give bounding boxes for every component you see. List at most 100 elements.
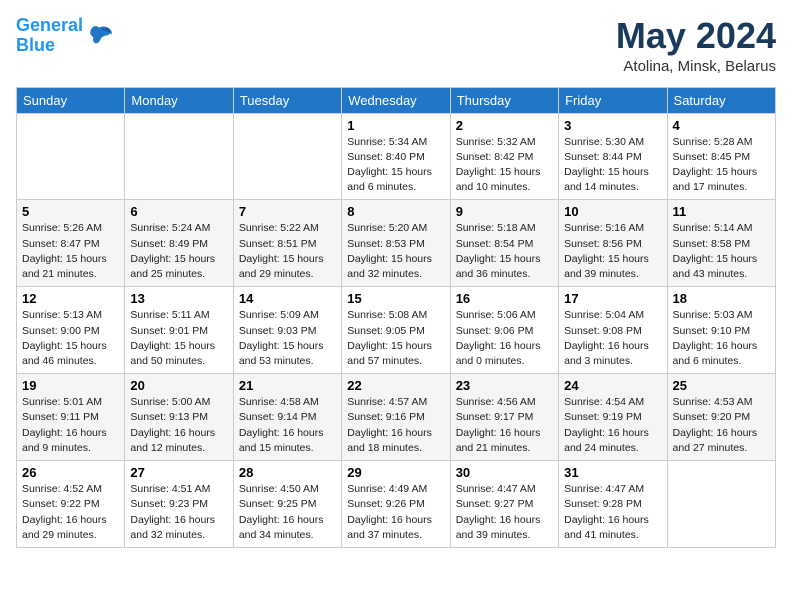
weekday-header-monday: Monday xyxy=(125,87,233,113)
day-number: 1 xyxy=(347,118,444,133)
calendar-cell: 2 Sunrise: 5:32 AMSunset: 8:42 PMDaylight… xyxy=(450,113,558,200)
day-info: Sunrise: 4:56 AMSunset: 9:17 PMDaylight:… xyxy=(456,395,553,456)
calendar-cell: 12Sunrise: 5:13 AMSunset: 9:00 PMDayligh… xyxy=(17,287,125,374)
day-info: Sunrise: 5:09 AMSunset: 9:03 PMDaylight:… xyxy=(239,308,336,369)
weekday-header-friday: Friday xyxy=(559,87,667,113)
day-number: 19 xyxy=(22,378,119,393)
day-info: Sunrise: 5:34 AMSunset: 8:40 PMDaylight:… xyxy=(347,135,444,196)
calendar-cell: 7 Sunrise: 5:22 AMSunset: 8:51 PMDaylight… xyxy=(233,200,341,287)
day-info: Sunrise: 4:50 AMSunset: 9:25 PMDaylight:… xyxy=(239,482,336,543)
day-number: 3 xyxy=(564,118,661,133)
calendar-cell: 13 Sunrise: 5:11 AMSunset: 9:01 PMDayligh… xyxy=(125,287,233,374)
day-info: Sunrise: 5:22 AMSunset: 8:51 PMDaylight:… xyxy=(239,221,336,282)
day-number: 2 xyxy=(456,118,553,133)
calendar-cell: 10Sunrise: 5:16 AMSunset: 8:56 PMDayligh… xyxy=(559,200,667,287)
day-number: 7 xyxy=(239,204,336,219)
calendar-cell: 21 Sunrise: 4:58 AMSunset: 9:14 PMDayligh… xyxy=(233,374,341,461)
calendar-cell: 25 Sunrise: 4:53 AMSunset: 9:20 PMDayligh… xyxy=(667,374,775,461)
day-number: 14 xyxy=(239,291,336,306)
day-number: 27 xyxy=(130,465,227,480)
calendar-cell: 17 Sunrise: 5:04 AMSunset: 9:08 PMDayligh… xyxy=(559,287,667,374)
weekday-header-wednesday: Wednesday xyxy=(342,87,450,113)
day-number: 9 xyxy=(456,204,553,219)
calendar-cell xyxy=(667,461,775,548)
day-info: Sunrise: 5:04 AMSunset: 9:08 PMDaylight:… xyxy=(564,308,661,369)
day-info: Sunrise: 4:47 AMSunset: 9:28 PMDaylight:… xyxy=(564,482,661,543)
calendar-cell xyxy=(233,113,341,200)
day-number: 21 xyxy=(239,378,336,393)
day-info: Sunrise: 4:51 AMSunset: 9:23 PMDaylight:… xyxy=(130,482,227,543)
day-info: Sunrise: 5:30 AMSunset: 8:44 PMDaylight:… xyxy=(564,135,661,196)
calendar-cell: 23 Sunrise: 4:56 AMSunset: 9:17 PMDayligh… xyxy=(450,374,558,461)
title-block: May 2024 Atolina, Minsk, Belarus xyxy=(616,16,776,75)
day-info: Sunrise: 5:11 AMSunset: 9:01 PMDaylight:… xyxy=(130,308,227,369)
logo: GeneralBlue xyxy=(16,16,113,56)
day-number: 16 xyxy=(456,291,553,306)
day-number: 20 xyxy=(130,378,227,393)
day-info: Sunrise: 4:58 AMSunset: 9:14 PMDaylight:… xyxy=(239,395,336,456)
calendar-cell: 5 Sunrise: 5:26 AMSunset: 8:47 PMDaylight… xyxy=(17,200,125,287)
calendar-table: SundayMondayTuesdayWednesdayThursdayFrid… xyxy=(16,87,776,548)
day-info: Sunrise: 4:57 AMSunset: 9:16 PMDaylight:… xyxy=(347,395,444,456)
day-info: Sunrise: 4:47 AMSunset: 9:27 PMDaylight:… xyxy=(456,482,553,543)
calendar-title: May 2024 xyxy=(616,16,776,56)
day-info: Sunrise: 5:24 AMSunset: 8:49 PMDaylight:… xyxy=(130,221,227,282)
calendar-cell: 16 Sunrise: 5:06 AMSunset: 9:06 PMDayligh… xyxy=(450,287,558,374)
day-info: Sunrise: 4:53 AMSunset: 9:20 PMDaylight:… xyxy=(673,395,770,456)
calendar-cell: 11Sunrise: 5:14 AMSunset: 8:58 PMDayligh… xyxy=(667,200,775,287)
day-number: 29 xyxy=(347,465,444,480)
day-number: 17 xyxy=(564,291,661,306)
calendar-cell: 24 Sunrise: 4:54 AMSunset: 9:19 PMDayligh… xyxy=(559,374,667,461)
week-row-3: 12Sunrise: 5:13 AMSunset: 9:00 PMDayligh… xyxy=(17,287,776,374)
calendar-cell: 26Sunrise: 4:52 AMSunset: 9:22 PMDayligh… xyxy=(17,461,125,548)
weekday-header-thursday: Thursday xyxy=(450,87,558,113)
day-number: 4 xyxy=(673,118,770,133)
weekday-header-saturday: Saturday xyxy=(667,87,775,113)
calendar-cell: 30 Sunrise: 4:47 AMSunset: 9:27 PMDayligh… xyxy=(450,461,558,548)
calendar-cell xyxy=(17,113,125,200)
calendar-cell: 19Sunrise: 5:01 AMSunset: 9:11 PMDayligh… xyxy=(17,374,125,461)
day-number: 25 xyxy=(673,378,770,393)
week-row-5: 26Sunrise: 4:52 AMSunset: 9:22 PMDayligh… xyxy=(17,461,776,548)
day-info: Sunrise: 5:08 AMSunset: 9:05 PMDaylight:… xyxy=(347,308,444,369)
calendar-location: Atolina, Minsk, Belarus xyxy=(616,58,776,75)
week-row-4: 19Sunrise: 5:01 AMSunset: 9:11 PMDayligh… xyxy=(17,374,776,461)
logo-bird-icon xyxy=(85,22,113,50)
calendar-cell: 1 Sunrise: 5:34 AMSunset: 8:40 PMDaylight… xyxy=(342,113,450,200)
day-number: 8 xyxy=(347,204,444,219)
day-info: Sunrise: 5:20 AMSunset: 8:53 PMDaylight:… xyxy=(347,221,444,282)
day-info: Sunrise: 5:26 AMSunset: 8:47 PMDaylight:… xyxy=(22,221,119,282)
day-number: 23 xyxy=(456,378,553,393)
calendar-cell: 9 Sunrise: 5:18 AMSunset: 8:54 PMDaylight… xyxy=(450,200,558,287)
day-info: Sunrise: 5:14 AMSunset: 8:58 PMDaylight:… xyxy=(673,221,770,282)
week-row-1: 1 Sunrise: 5:34 AMSunset: 8:40 PMDaylight… xyxy=(17,113,776,200)
calendar-cell: 27 Sunrise: 4:51 AMSunset: 9:23 PMDayligh… xyxy=(125,461,233,548)
day-info: Sunrise: 4:54 AMSunset: 9:19 PMDaylight:… xyxy=(564,395,661,456)
day-number: 15 xyxy=(347,291,444,306)
logo-text: GeneralBlue xyxy=(16,16,83,56)
day-info: Sunrise: 4:49 AMSunset: 9:26 PMDaylight:… xyxy=(347,482,444,543)
day-info: Sunrise: 5:06 AMSunset: 9:06 PMDaylight:… xyxy=(456,308,553,369)
calendar-cell: 31Sunrise: 4:47 AMSunset: 9:28 PMDayligh… xyxy=(559,461,667,548)
day-info: Sunrise: 5:00 AMSunset: 9:13 PMDaylight:… xyxy=(130,395,227,456)
day-number: 30 xyxy=(456,465,553,480)
day-info: Sunrise: 5:32 AMSunset: 8:42 PMDaylight:… xyxy=(456,135,553,196)
day-number: 24 xyxy=(564,378,661,393)
weekday-header-tuesday: Tuesday xyxy=(233,87,341,113)
calendar-cell: 14 Sunrise: 5:09 AMSunset: 9:03 PMDayligh… xyxy=(233,287,341,374)
day-number: 13 xyxy=(130,291,227,306)
calendar-cell: 22Sunrise: 4:57 AMSunset: 9:16 PMDayligh… xyxy=(342,374,450,461)
calendar-cell: 8 Sunrise: 5:20 AMSunset: 8:53 PMDaylight… xyxy=(342,200,450,287)
day-info: Sunrise: 5:18 AMSunset: 8:54 PMDaylight:… xyxy=(456,221,553,282)
day-number: 10 xyxy=(564,204,661,219)
weekday-header-row: SundayMondayTuesdayWednesdayThursdayFrid… xyxy=(17,87,776,113)
weekday-header-sunday: Sunday xyxy=(17,87,125,113)
day-number: 5 xyxy=(22,204,119,219)
calendar-cell xyxy=(125,113,233,200)
calendar-cell: 29 Sunrise: 4:49 AMSunset: 9:26 PMDayligh… xyxy=(342,461,450,548)
day-number: 28 xyxy=(239,465,336,480)
day-number: 26 xyxy=(22,465,119,480)
day-number: 12 xyxy=(22,291,119,306)
calendar-cell: 20 Sunrise: 5:00 AMSunset: 9:13 PMDayligh… xyxy=(125,374,233,461)
calendar-cell: 28 Sunrise: 4:50 AMSunset: 9:25 PMDayligh… xyxy=(233,461,341,548)
